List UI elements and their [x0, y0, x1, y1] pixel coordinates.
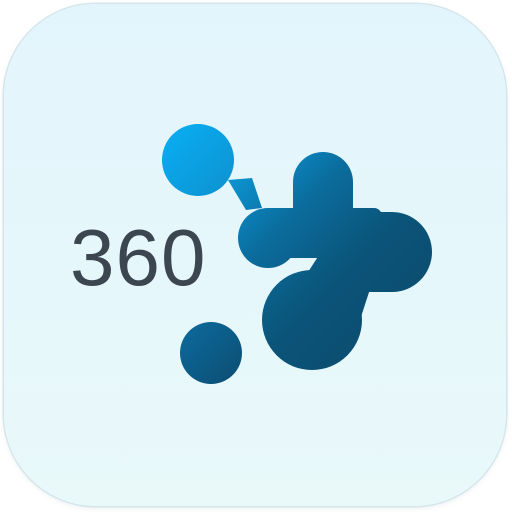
app-icon-canvas: 360: [0, 0, 512, 512]
blob-connector-upper: [228, 178, 262, 210]
blob-light-circle: [162, 124, 234, 196]
app-number-text: 360: [70, 213, 207, 302]
small-dot-shape: [180, 322, 242, 384]
blob-core-right: [340, 212, 392, 292]
